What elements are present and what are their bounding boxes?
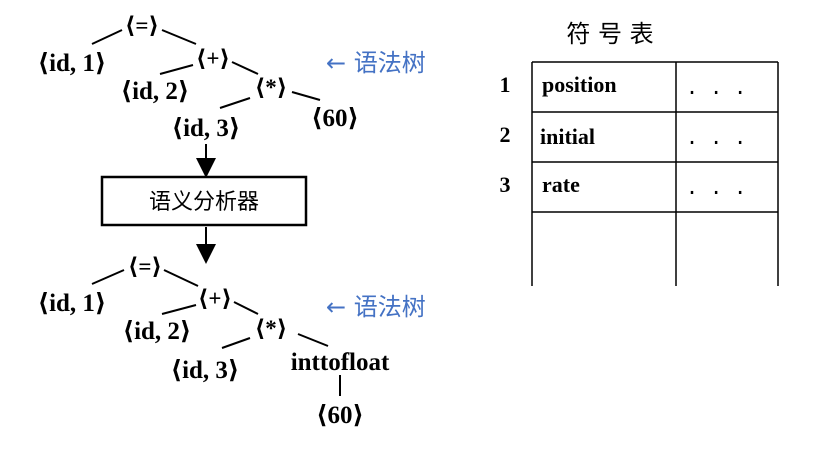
edge-root-id1-b (91, 269, 125, 285)
node-mul: ⟨*⟩ (255, 75, 288, 100)
node-id1-b: ⟨id, 1⟩ (38, 290, 107, 317)
semantic-analyzer-label: 语义分析器 (149, 190, 259, 215)
edge-plus-id2 (159, 64, 194, 75)
edge-mul-conv-b (297, 333, 329, 347)
table-row-num: 1 (500, 72, 511, 97)
node-id3: ⟨id, 3⟩ (172, 115, 241, 142)
compiler-diagram: ⟨=⟩ ⟨id, 1⟩ ⟨+⟩ ⟨id, 2⟩ ⟨*⟩ ⟨id, 3⟩ ⟨60⟩… (38, 13, 779, 429)
syntax-tree-top: ⟨=⟩ ⟨id, 1⟩ ⟨+⟩ ⟨id, 2⟩ ⟨*⟩ ⟨id, 3⟩ ⟨60⟩… (38, 13, 426, 142)
table-row-num: 2 (500, 122, 511, 147)
edge-plus-mul (231, 61, 259, 75)
table-row-name: position (542, 72, 617, 97)
node-inttofloat-b: inttofloat (291, 349, 390, 376)
node-mul-b: ⟨*⟩ (255, 316, 288, 341)
symbol-table-title: 符 号 表 (566, 20, 653, 48)
table-row-attr: . . . (686, 75, 746, 99)
syntax-tree-bottom: ⟨=⟩ ⟨id, 1⟩ ⟨+⟩ ⟨id, 2⟩ ⟨*⟩ ⟨id, 3⟩ intt… (38, 254, 426, 429)
table-row-name: rate (542, 172, 580, 197)
node-plus: ⟨+⟩ (196, 46, 230, 71)
edge-root-plus (161, 29, 197, 45)
edge-mul-60 (291, 91, 321, 101)
node-60-b: ⟨60⟩ (316, 402, 364, 429)
table-row-name: initial (540, 124, 595, 149)
syntax-tree-label-top: ← 语法树 (326, 49, 426, 77)
symbol-table: 符 号 表 1 position . . . 2 initial . . . 3… (500, 20, 779, 286)
edge-root-id1 (91, 29, 123, 45)
node-assign: ⟨=⟩ (125, 13, 159, 38)
table-row-attr: . . . (686, 125, 746, 149)
semantic-analyzer-box: 语义分析器 (100, 175, 308, 227)
edge-mul-id3-b (221, 337, 251, 349)
edge-plus-id2-b (161, 304, 197, 315)
edge-plus-mul-b (233, 301, 259, 315)
node-60: ⟨60⟩ (311, 105, 359, 132)
node-plus-b: ⟨+⟩ (198, 286, 232, 311)
table-row-num: 3 (500, 172, 511, 197)
edge-root-plus-b (163, 269, 199, 287)
node-assign-b: ⟨=⟩ (128, 254, 162, 279)
node-id1: ⟨id, 1⟩ (38, 50, 107, 77)
node-id3-b: ⟨id, 3⟩ (171, 357, 240, 384)
table-row-attr: . . . (686, 175, 746, 199)
node-id2-b: ⟨id, 2⟩ (123, 318, 192, 345)
node-id2: ⟨id, 2⟩ (121, 78, 190, 105)
syntax-tree-label-bottom: ← 语法树 (326, 293, 426, 321)
edge-mul-id3 (219, 97, 251, 109)
